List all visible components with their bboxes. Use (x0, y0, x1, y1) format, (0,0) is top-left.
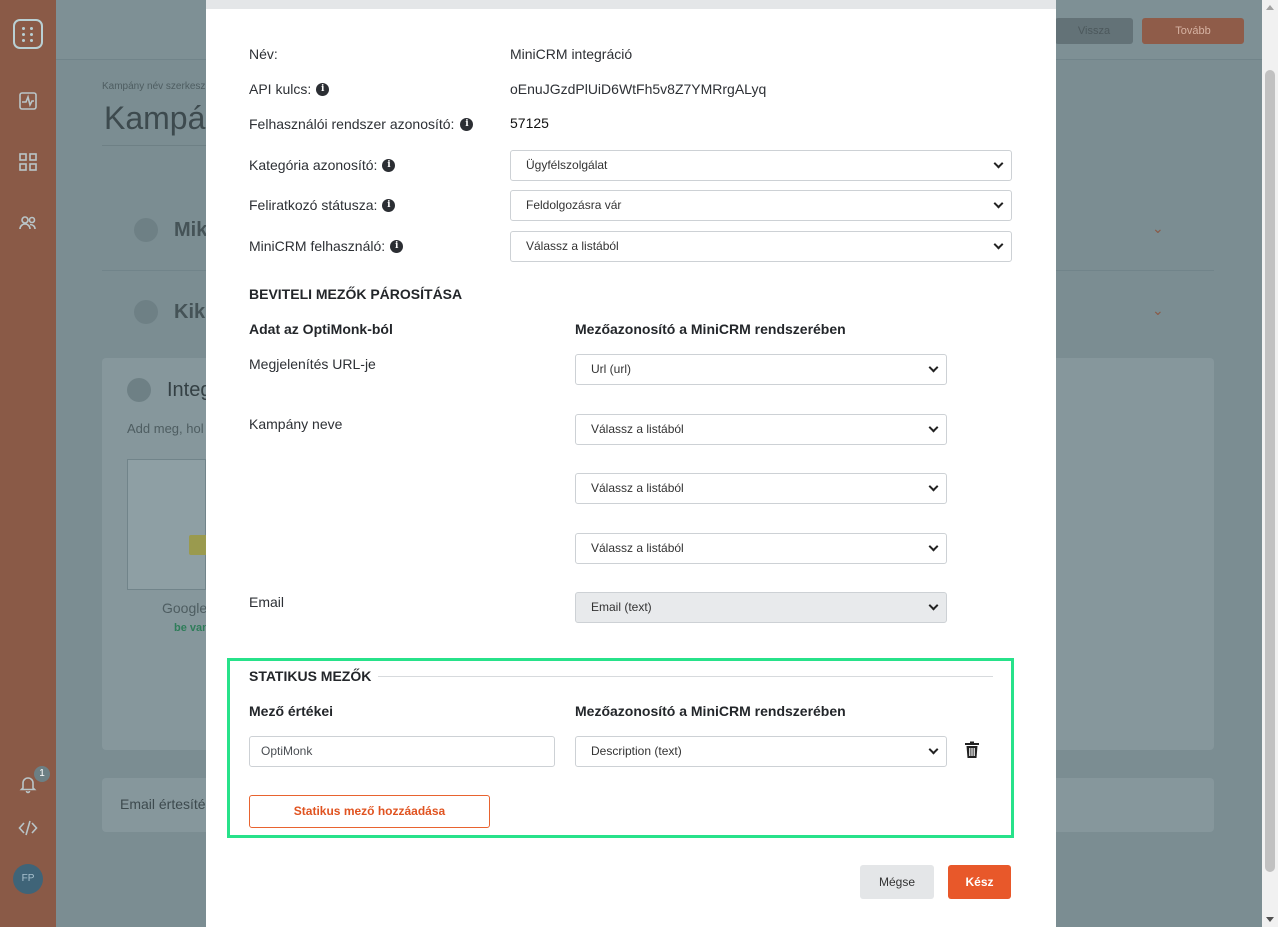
subscriber-status-select[interactable]: Feldolgozásra vár (510, 190, 1012, 221)
system-id-label: Felhasználói rendszer azonosító: i (249, 116, 474, 132)
chevron-down-icon (993, 158, 1004, 169)
subscriber-status-label-text: Feliratkozó státusza: (249, 197, 378, 213)
name-label: Név: (249, 46, 278, 62)
integration-tile-button[interactable] (189, 535, 206, 555)
input-mapping-title: BEVITELI MEZŐK PÁROSÍTÁSA (249, 286, 463, 302)
api-key-value: oEnuJGzdPlUiD6WtFh5v8Z7YMRrgALyq (510, 81, 767, 97)
title-divider (102, 145, 206, 146)
name-value: MiniCRM integráció (510, 46, 633, 62)
mapping-field-select[interactable]: Válassz a listából (575, 473, 947, 504)
info-icon[interactable]: i (390, 239, 404, 253)
info-icon[interactable]: i (382, 198, 396, 212)
mapping-field-select-value: Válassz a listából (591, 422, 684, 436)
system-id-value: 57125 (510, 115, 549, 131)
chevron-down-icon (928, 744, 939, 755)
minicrm-user-label: MiniCRM felhasználó: i (249, 238, 404, 254)
mapping-field-select[interactable]: Url (url) (575, 354, 947, 385)
chevron-down-icon[interactable]: ⌄ (1152, 220, 1164, 237)
email-field-select-value: Email (text) (591, 600, 652, 614)
scroll-up-icon[interactable] (1266, 5, 1274, 10)
section-label[interactable]: Kik (174, 301, 205, 324)
google-status: be van (174, 622, 209, 634)
system-id-label-text: Felhasználói rendszer azonosító: (249, 116, 455, 132)
scrollbar-thumb[interactable] (1265, 70, 1275, 872)
chevron-down-icon (928, 541, 939, 552)
minicrm-user-select[interactable]: Válassz a listából (510, 231, 1012, 262)
google-label: Google (162, 600, 208, 616)
minicrm-user-label-text: MiniCRM felhasználó: (249, 238, 386, 254)
trash-icon[interactable] (964, 741, 980, 759)
section-arrow-icon (134, 300, 158, 324)
category-label: Kategória azonosító: i (249, 157, 396, 173)
app-logo-icon[interactable] (13, 19, 43, 49)
modal-header-strip (206, 0, 1056, 9)
notification-badge: 1 (34, 766, 50, 782)
mapping-row-label: Megjelenítés URL-je (249, 356, 376, 372)
name-label-text: Név: (249, 46, 278, 62)
input-mapping-col-right: Mezőazonosító a MiniCRM rendszerében (575, 321, 846, 337)
section-label[interactable]: Mik (174, 219, 207, 242)
minicrm-user-select-value: Válassz a listából (526, 239, 619, 253)
email-notify-label: Email értesíté (120, 796, 206, 812)
section-arrow-icon (127, 378, 151, 402)
static-fields-title: STATIKUS MEZŐK (249, 668, 372, 684)
category-label-text: Kategória azonosító: (249, 157, 378, 173)
next-button[interactable]: Tovább (1142, 18, 1244, 44)
chevron-down-icon[interactable]: ⌄ (1152, 302, 1164, 319)
subscriber-status-select-value: Feldolgozásra vár (526, 198, 622, 212)
static-field-select[interactable]: Description (text) (575, 736, 947, 767)
mapping-field-select-value: Válassz a listából (591, 541, 684, 555)
scroll-down-icon[interactable] (1266, 917, 1274, 922)
mapping-field-select[interactable]: Válassz a listából (575, 533, 947, 564)
users-icon[interactable] (18, 213, 38, 233)
mapping-row-label: Kampány neve (249, 416, 343, 432)
back-button[interactable]: Vissza (1055, 18, 1133, 44)
mapping-field-select-value: Válassz a listából (591, 481, 684, 495)
chevron-down-icon (928, 362, 939, 373)
info-icon[interactable]: i (382, 158, 396, 172)
static-fields-divider (378, 676, 993, 677)
category-select[interactable]: Ügyfélszolgálat (510, 150, 1012, 181)
section-arrow-icon (134, 218, 158, 242)
subscriber-status-label: Feliratkozó státusza: i (249, 197, 396, 213)
category-select-value: Ügyfélszolgálat (526, 158, 608, 172)
chevron-down-icon (993, 239, 1004, 250)
chevron-down-icon (928, 600, 939, 611)
static-field-select-value: Description (text) (591, 744, 682, 758)
chevron-down-icon (928, 422, 939, 433)
static-fields-col-right: Mezőazonosító a MiniCRM rendszerében (575, 703, 846, 719)
input-mapping-col-left: Adat az OptiMonk-ból (249, 321, 393, 337)
mapping-field-select-value: Url (url) (591, 362, 631, 376)
analytics-icon[interactable] (18, 91, 38, 111)
integration-hint: Add meg, hol (127, 421, 204, 436)
add-static-field-button[interactable]: Statikus mező hozzáadása (249, 795, 490, 828)
section-label: Integ (167, 379, 212, 401)
api-key-label-text: API kulcs: (249, 81, 312, 97)
api-key-label: API kulcs: i (249, 81, 330, 97)
email-field-select: Email (text) (575, 592, 947, 623)
mapping-field-select[interactable]: Válassz a listából (575, 414, 947, 445)
avatar[interactable]: FP (13, 864, 43, 894)
chevron-down-icon (993, 198, 1004, 209)
cancel-button[interactable]: Mégse (860, 865, 934, 899)
static-value-input[interactable]: OptiMonk (249, 736, 555, 767)
sidebar: 1 FP (0, 0, 56, 927)
dashboard-grid-icon[interactable] (18, 152, 38, 172)
chevron-down-icon (928, 481, 939, 492)
integration-tile[interactable] (127, 459, 206, 590)
static-fields-col-left: Mező értékei (249, 703, 334, 719)
page-scrollbar[interactable] (1262, 0, 1278, 927)
breadcrumb: Kampány név szerkesz (102, 81, 206, 92)
code-icon[interactable] (18, 818, 38, 838)
info-icon[interactable]: i (460, 117, 474, 131)
info-icon[interactable]: i (316, 82, 330, 96)
mapping-row-label: Email (249, 594, 285, 610)
done-button[interactable]: Kész (948, 865, 1011, 899)
